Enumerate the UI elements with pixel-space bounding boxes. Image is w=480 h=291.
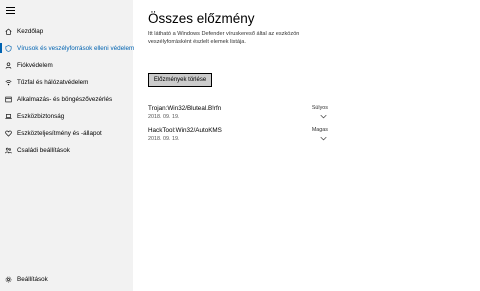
main-content: Összes előzmény Itt látható a Windows De…	[148, 0, 478, 291]
threat-severity: Súlyos	[311, 105, 328, 111]
settings-label: Beállítások	[17, 275, 48, 283]
home-icon	[5, 28, 12, 35]
sidebar-item-device-security[interactable]: Eszközbiztonság	[0, 109, 133, 123]
page-description: Itt látható a Windows Defender víruskere…	[148, 31, 300, 45]
sidebar: Kezdőlap Vírusok és veszélyforrások elle…	[0, 0, 135, 291]
threat-severity: Magas	[311, 127, 328, 133]
sidebar-item-label: Tűzfal és hálózatvédelem	[17, 78, 89, 86]
sidebar-item-label: Eszközteljesítmény és -állapot	[17, 129, 102, 137]
sidebar-item-account[interactable]: Fiókvédelem	[0, 58, 133, 72]
person-icon	[5, 62, 12, 69]
sidebar-item-label: Eszközbiztonság	[17, 112, 65, 120]
threat-name: Trojan:Win32/Bluteal.B!rfn	[148, 105, 222, 112]
sidebar-item-label: Alkalmazás- és böngészővezérlés	[17, 95, 113, 103]
sidebar-item-label: Kezdőlap	[17, 27, 44, 35]
sidebar-item-firewall[interactable]: Tűzfal és hálózatvédelem	[0, 75, 133, 89]
sidebar-item-virus-protection[interactable]: Vírusok és veszélyforrások elleni védele…	[0, 41, 135, 55]
sidebar-item-family-options[interactable]: Családi beállítások	[0, 143, 133, 157]
family-icon	[5, 147, 12, 154]
gear-icon	[5, 276, 12, 283]
sidebar-item-label: Fiókvédelem	[17, 61, 53, 69]
chevron-down-icon[interactable]	[320, 114, 327, 119]
page-title: Összes előzmény	[148, 11, 255, 26]
clear-history-button[interactable]: Előzmények törlése	[148, 73, 212, 87]
laptop-icon	[5, 113, 12, 120]
heart-icon	[5, 130, 12, 137]
wifi-icon	[5, 79, 12, 86]
threat-date: 2018. 09. 19.	[148, 136, 180, 142]
threat-item[interactable]: Trojan:Win32/Bluteal.B!rfn 2018. 09. 19.…	[148, 105, 328, 127]
sidebar-item-device-performance[interactable]: Eszközteljesítmény és -állapot	[0, 126, 133, 140]
threat-item[interactable]: HackTool:Win32/AutoKMS 2018. 09. 19. Mag…	[148, 127, 328, 149]
sidebar-item-label: Családi beállítások	[17, 146, 70, 154]
sidebar-item-label: Vírusok és veszélyforrások elleni védele…	[17, 44, 135, 52]
app-window-icon	[5, 96, 12, 103]
threat-date: 2018. 09. 19.	[148, 114, 180, 120]
sidebar-item-app-browser-control[interactable]: Alkalmazás- és böngészővezérlés	[0, 92, 133, 106]
hamburger-menu-icon[interactable]	[6, 7, 15, 14]
sidebar-item-home[interactable]: Kezdőlap	[0, 24, 133, 38]
sidebar-item-settings[interactable]: Beállítások	[0, 272, 133, 286]
threat-name: HackTool:Win32/AutoKMS	[148, 127, 222, 134]
shield-icon	[5, 44, 12, 52]
chevron-down-icon[interactable]	[320, 136, 327, 141]
